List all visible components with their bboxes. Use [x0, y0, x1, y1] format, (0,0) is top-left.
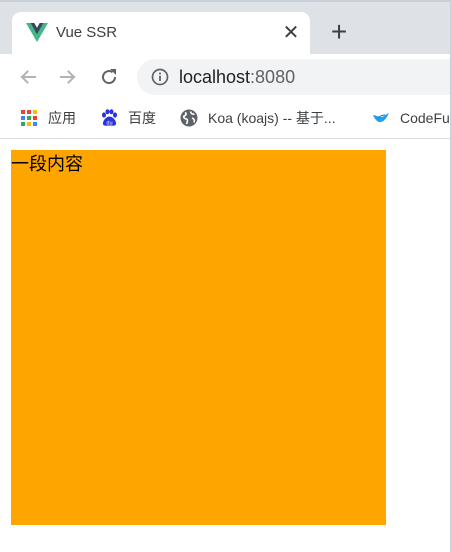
tab-vue-ssr[interactable]: Vue SSR ✕ [12, 12, 310, 54]
vue-logo-icon [26, 23, 48, 42]
bird-icon [373, 113, 389, 123]
tab-strip: Vue SSR ✕ + [0, 0, 451, 54]
tab-title: Vue SSR [56, 24, 118, 41]
bookmark-koa[interactable]: Koa (koajs) -- 基于... [180, 107, 336, 129]
window-top-border [0, 0, 451, 2]
bookmark-baidu[interactable]: du 百度 [100, 107, 156, 129]
bookmark-label: 应用 [48, 110, 76, 126]
bookmark-apps[interactable]: 应用 [20, 107, 76, 129]
back-button[interactable] [15, 64, 41, 90]
new-tab-button[interactable]: + [326, 18, 352, 46]
url-host: localhost [179, 67, 251, 87]
reload-icon [102, 69, 117, 85]
forward-button[interactable] [55, 64, 81, 90]
baidu-paw-icon: du [102, 109, 117, 126]
address-bar[interactable]: localhost:8080 [137, 59, 451, 95]
bookmark-codefu[interactable]: CodeFu [372, 107, 450, 129]
reload-button[interactable] [96, 64, 122, 90]
bookmark-label: 百度 [128, 110, 156, 126]
arrow-left-icon [20, 70, 36, 84]
page-viewport: 一段内容 [0, 139, 451, 552]
bookmarks-bar: 应用 du 百度 Koa (koajs) -- 基于... CodeFu [0, 100, 451, 139]
bookmark-label: Koa (koajs) -- 基于... [208, 110, 336, 126]
info-icon[interactable] [151, 68, 169, 86]
browser-toolbar: localhost:8080 [0, 54, 451, 100]
apps-grid-icon [21, 110, 37, 126]
browser-window: Vue SSR ✕ + localhost:8080 应用 du 百度 Koa … [0, 0, 451, 552]
globe-icon [180, 109, 198, 127]
url-port: :8080 [250, 67, 296, 87]
svg-text:du: du [106, 120, 112, 126]
orange-content-box: 一段内容 [11, 150, 386, 525]
content-text: 一段内容 [11, 154, 83, 175]
url-text[interactable]: localhost:8080 [179, 67, 295, 87]
tab-close-icon[interactable]: ✕ [280, 22, 302, 44]
bookmark-label: CodeFu [400, 110, 450, 126]
arrow-right-icon [60, 70, 76, 84]
